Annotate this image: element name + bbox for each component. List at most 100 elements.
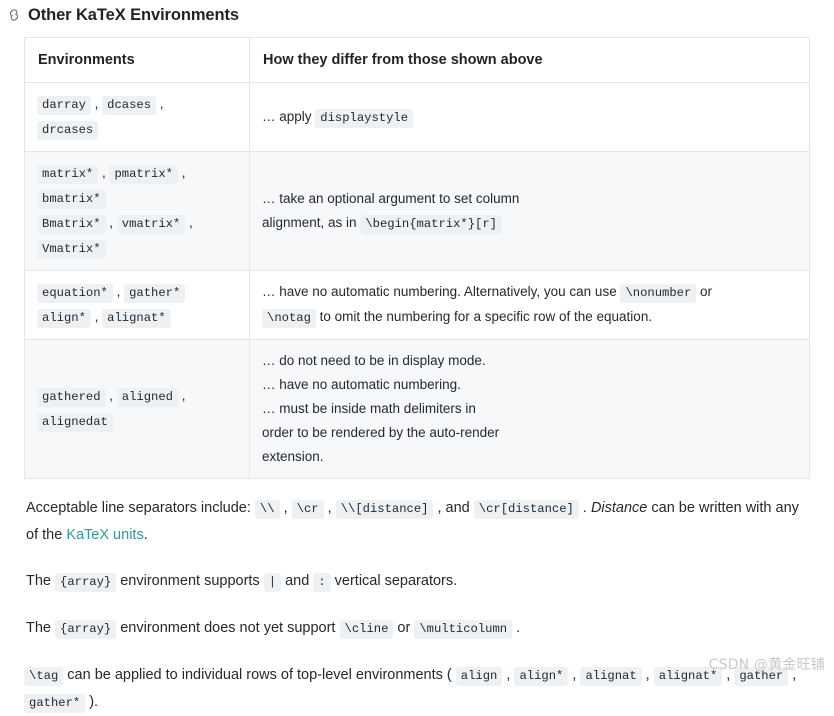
cell-line: darray , dcases ,: [37, 92, 237, 117]
code-token: Bmatrix*: [37, 215, 106, 234]
inline-text: to omit the numbering for a specific row…: [315, 309, 653, 324]
inline-text: environment supports: [116, 573, 264, 589]
table-head: Environments How they differ from those …: [24, 37, 810, 83]
environments-table: Environments How they differ from those …: [24, 37, 810, 479]
inline-text: ,: [105, 388, 117, 403]
code-token: darray: [37, 96, 91, 115]
cell-line: … have no automatic numbering.: [262, 373, 797, 397]
code-token: displaystyle: [315, 108, 414, 128]
inline-text: vertical separators.: [330, 573, 458, 589]
cell-line: … do not need to be in display mode.: [262, 349, 797, 373]
page-heading: Other KaTeX Environments: [0, 0, 834, 28]
link-anchor-icon[interactable]: [6, 7, 22, 23]
cell-line: align* , alignat*: [37, 305, 237, 330]
inline-text: The: [26, 573, 56, 589]
cell-line: Bmatrix* , vmatrix* ,: [37, 211, 237, 236]
code-token: equation*: [37, 284, 113, 303]
inline-text: environment does not yet support: [116, 620, 340, 636]
inline-text: ,: [185, 215, 193, 230]
inline-text: ,: [156, 96, 164, 111]
cell-environments: gathered , aligned , alignedat: [24, 339, 250, 479]
cell-line: extension.: [262, 445, 797, 469]
inline-text: ,: [323, 500, 336, 516]
katex-units-link[interactable]: KaTeX units: [66, 527, 143, 543]
cell-description: … apply displaystyle: [249, 82, 810, 152]
inline-text: or: [393, 620, 415, 636]
inline-text: ,: [98, 165, 110, 180]
inline-text: ,: [641, 667, 654, 683]
code-token: :: [313, 573, 331, 592]
emphasis-text: Distance: [590, 500, 648, 516]
code-token: pmatrix*: [109, 165, 178, 184]
code-token: \cline: [339, 620, 394, 639]
inline-text: … must be inside math delimiters in: [262, 401, 476, 416]
table-row: equation* , gather* align* , alignat*… ha…: [24, 270, 810, 340]
inline-text: ,: [568, 667, 581, 683]
inline-text: extension.: [262, 449, 324, 464]
cell-line: alignment, as in \begin{matrix*}[r]: [262, 211, 797, 236]
paragraph-array-supports: The {array} environment supports | and :…: [26, 568, 808, 595]
cell-line: order to be rendered by the auto-render: [262, 421, 797, 445]
cell-line: gathered , aligned ,: [37, 384, 237, 409]
inline-text: The: [26, 620, 56, 636]
code-token: gather*: [124, 284, 186, 303]
cell-environments: darray , dcases , drcases: [24, 82, 250, 152]
cell-line: … apply displaystyle: [262, 105, 797, 130]
code-token: alignat*: [102, 309, 171, 328]
cell-line: … must be inside math delimiters in: [262, 397, 797, 421]
code-token: gathered: [37, 388, 106, 407]
paragraph-tag: \tag can be applied to individual rows o…: [24, 662, 806, 716]
inline-text: ,: [502, 667, 515, 683]
page-title: Other KaTeX Environments: [28, 6, 239, 24]
code-token: matrix*: [37, 165, 99, 184]
cell-environments: equation* , gather* align* , alignat*: [24, 270, 250, 340]
inline-text: can be applied to individual rows of top…: [63, 667, 456, 683]
inline-text: … have no automatic numbering.: [262, 377, 461, 392]
cell-description: … have no automatic numbering. Alternati…: [249, 270, 810, 340]
table-header-row: Environments How they differ from those …: [24, 37, 810, 83]
code-token: \\: [254, 500, 280, 519]
cell-line: bmatrix*: [37, 186, 237, 211]
inline-text: … do not need to be in display mode.: [262, 353, 486, 368]
column-header-differences: How they differ from those shown above: [249, 37, 810, 83]
environments-table-wrapper: Environments How they differ from those …: [24, 37, 810, 479]
paragraph-array-unsupported: The {array} environment does not yet sup…: [26, 615, 808, 642]
code-token: bmatrix*: [37, 190, 106, 209]
table-body: darray , dcases , drcases … apply displays…: [24, 82, 810, 479]
cell-line: matrix* , pmatrix* ,: [37, 161, 237, 186]
code-token: align*: [37, 309, 91, 328]
code-token: alignat: [580, 667, 642, 686]
cell-description: … take an optional argument to set colum…: [249, 151, 810, 271]
inline-text: .: [578, 500, 591, 516]
code-token: \nonumber: [620, 284, 697, 303]
code-token: dcases: [102, 96, 157, 115]
inline-text: alignment, as in: [262, 214, 361, 230]
table-row: gathered , aligned , alignedat … do not ne…: [24, 339, 810, 479]
cell-line: Vmatrix*: [37, 236, 237, 261]
inline-text: ,: [279, 500, 292, 516]
inline-text: or: [696, 284, 713, 299]
inline-text: and: [281, 573, 314, 589]
code-token: |: [263, 573, 282, 592]
code-token: alignedat: [37, 413, 113, 432]
code-token: drcases: [37, 121, 99, 140]
cell-line: equation* , gather*: [37, 280, 237, 305]
inline-text: order to be rendered by the auto-render: [262, 425, 500, 440]
code-token: \tag: [24, 667, 64, 686]
code-token: Vmatrix*: [37, 240, 106, 259]
inline-text: Acceptable line separators include:: [26, 500, 255, 516]
cell-line: drcases: [37, 117, 237, 142]
code-token: \multicolumn: [414, 620, 513, 639]
inline-text: , and: [433, 500, 474, 516]
inline-text: ,: [177, 165, 186, 180]
inline-text: .: [143, 527, 148, 543]
code-token: \cr[distance]: [473, 500, 579, 519]
code-token: \\[distance]: [335, 500, 434, 519]
code-token: \cr: [291, 500, 324, 519]
code-token: {array}: [55, 620, 117, 639]
table-row: darray , dcases , drcases … apply displays…: [24, 82, 810, 152]
cell-line: alignedat: [37, 409, 237, 434]
code-token: align: [455, 667, 503, 686]
code-token: {array}: [55, 573, 117, 592]
inline-text: ,: [90, 309, 103, 324]
